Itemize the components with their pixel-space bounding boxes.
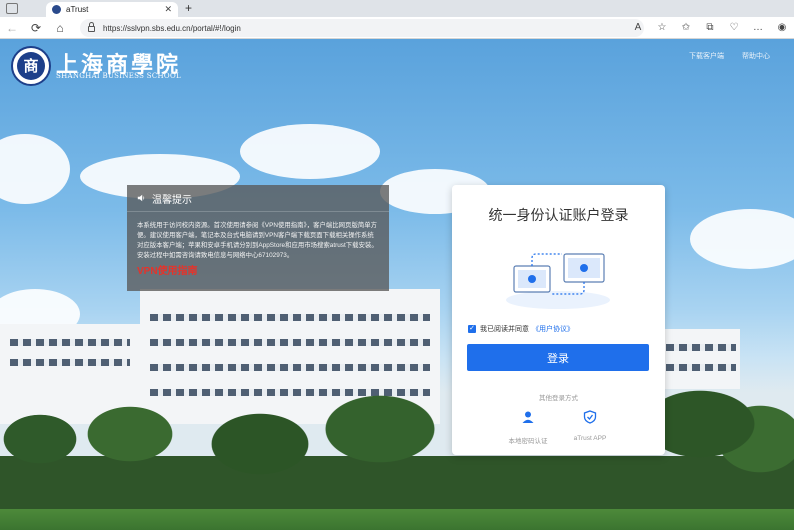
address-bar[interactable]: https://sslvpn.sbs.edu.cn/portal/#!/logi… xyxy=(80,19,644,37)
local-password-label: 本地密码认证 xyxy=(508,438,548,445)
tab-title: aTrust xyxy=(66,5,89,14)
lock-icon[interactable] xyxy=(88,22,95,32)
window-menu-icon[interactable] xyxy=(6,3,18,14)
login-title: 统一身份认证账户登录 xyxy=(488,207,629,223)
notice-body: 本系统用于访问校内资源。首次使用请参阅《VPN使用指南》，客户端比网页版简单方便… xyxy=(137,222,378,259)
browser-tabstrip: aTrust ✕ + xyxy=(0,0,794,17)
school-seal-logo: 商 xyxy=(11,46,51,86)
shield-icon xyxy=(583,410,597,424)
user-icon xyxy=(522,411,534,423)
profile-icon[interactable]: ◉ xyxy=(770,20,794,36)
login-card: 统一身份认证账户登录 ✓ 我已阅读并同意 《用户协议》 登录 其他登录方式 本地… xyxy=(452,185,665,455)
building-windows xyxy=(666,364,736,371)
building-windows xyxy=(150,364,430,371)
favorites-icon[interactable]: ✩ xyxy=(674,20,698,36)
agree-text: 我已阅读并同意 xyxy=(480,326,529,333)
browser-essentials-icon[interactable]: ♡ xyxy=(722,20,746,36)
browser-tab[interactable]: aTrust ✕ xyxy=(46,2,178,17)
login-button[interactable]: 登录 xyxy=(467,344,649,371)
building-windows xyxy=(666,344,736,351)
home-button[interactable]: ⌂ xyxy=(52,20,68,36)
download-client-link[interactable]: 下载客户端 xyxy=(689,51,724,61)
atrust-app-login-option[interactable]: aTrust APP xyxy=(560,410,620,442)
vpn-guide-link[interactable]: VPN使用指南 xyxy=(127,262,389,277)
help-center-link[interactable]: 帮助中心 xyxy=(742,51,770,61)
school-seal-glyph: 商 xyxy=(17,52,45,80)
login-page: 商 上海商學院 SHANGHAI BUSINESS SCHOOL 下载客户端 帮… xyxy=(0,39,794,530)
agreement-row: ✓ 我已阅读并同意 《用户协议》 xyxy=(468,324,574,334)
local-password-login-option[interactable]: 本地密码认证 xyxy=(498,410,558,445)
background-cloud xyxy=(0,134,70,204)
atrust-app-label: aTrust APP xyxy=(573,435,607,442)
more-icon[interactable]: … xyxy=(746,20,770,36)
agree-checkbox[interactable]: ✓ xyxy=(468,325,476,333)
school-name-en: SHANGHAI BUSINESS SCHOOL xyxy=(56,72,181,80)
read-aloud-icon[interactable]: A xyxy=(626,20,650,36)
other-login-label: 其他登录方式 xyxy=(539,395,578,402)
atrust-favicon-icon xyxy=(52,5,61,14)
notice-title: 温馨提示 xyxy=(152,194,192,206)
secure-access-illustration-icon xyxy=(506,253,610,309)
header-links: 下载客户端 帮助中心 xyxy=(689,51,770,61)
background-field xyxy=(0,509,794,530)
building-windows xyxy=(150,339,430,346)
url-text: https://sslvpn.sbs.edu.cn/portal/#!/logi… xyxy=(103,23,241,33)
background-cloud xyxy=(240,124,380,179)
notice-panel: 温馨提示 本系统用于访问校内资源。首次使用请参阅《VPN使用指南》，客户端比网页… xyxy=(127,185,389,291)
building-windows xyxy=(150,314,430,321)
user-agreement-link[interactable]: 《用户协议》 xyxy=(532,324,574,334)
building-windows xyxy=(10,339,130,346)
notice-header: 温馨提示 xyxy=(127,185,389,212)
add-favorite-icon[interactable]: ☆ xyxy=(650,20,674,36)
speaker-icon xyxy=(137,194,145,202)
tab-close-icon[interactable]: ✕ xyxy=(164,4,172,15)
collections-icon[interactable]: ⧉ xyxy=(698,20,722,36)
browser-toolbar: ← ⟳ ⌂ https://sslvpn.sbs.edu.cn/portal/#… xyxy=(0,17,794,39)
background-trees xyxy=(0,379,794,519)
reload-button[interactable]: ⟳ xyxy=(28,20,44,36)
background-cloud xyxy=(690,209,794,269)
building-windows xyxy=(10,359,130,366)
toolbar-icons: A ☆ ✩ ⧉ ♡ … ◉ xyxy=(626,20,794,36)
new-tab-button[interactable]: + xyxy=(185,1,192,15)
back-button[interactable]: ← xyxy=(4,20,20,36)
